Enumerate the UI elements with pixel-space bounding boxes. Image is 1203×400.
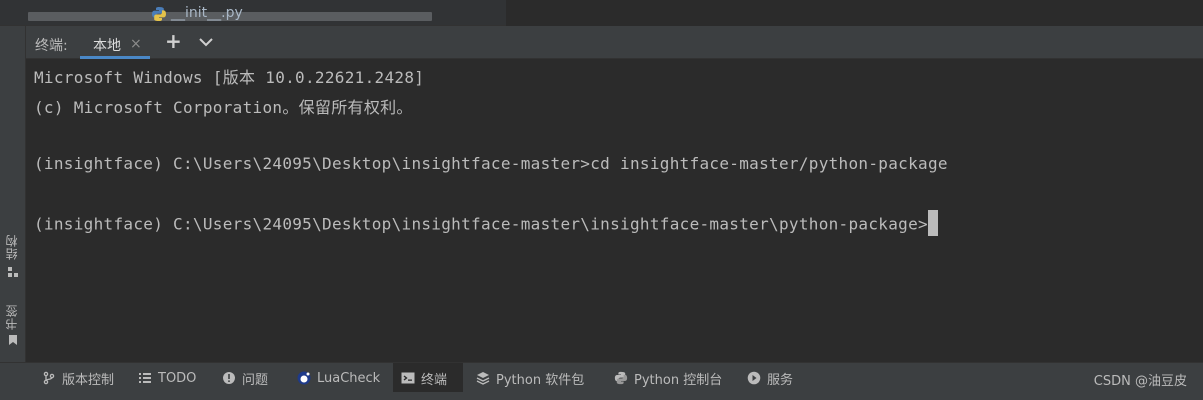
- tool-python-console[interactable]: Python 控制台: [606, 363, 730, 393]
- editor-file-name: __init__.py: [171, 5, 243, 21]
- terminal-output[interactable]: Microsoft Windows [版本 10.0.22621.2428] (…: [26, 59, 1203, 362]
- tool-label: LuaCheck: [317, 370, 381, 386]
- branch-icon: [43, 371, 55, 385]
- bottom-tool-bar: 版本控制 TODO 问题 LuaCheck 终端 Python 软件包 Pyth…: [0, 362, 1203, 393]
- tool-services[interactable]: 服务: [739, 363, 801, 393]
- terminal-prompt-line: (insightface) C:\Users\24095\Desktop\ins…: [34, 210, 938, 236]
- python-file-icon: [152, 7, 166, 21]
- status-bar: [0, 392, 1203, 400]
- tool-todo[interactable]: TODO: [130, 363, 204, 393]
- terminal-line: Microsoft Windows [版本 10.0.22621.2428]: [34, 68, 425, 87]
- python-icon: [614, 371, 628, 385]
- info-icon: [223, 372, 235, 384]
- bookmarks-tab-label[interactable]: 书签: [3, 304, 20, 330]
- terminal-title: 终端:: [35, 38, 68, 54]
- terminal-icon: [401, 372, 415, 384]
- bookmark-icon[interactable]: [7, 334, 19, 346]
- tool-label: 服务: [767, 372, 794, 388]
- editor-tab-strip: __init__.py: [0, 0, 1203, 26]
- tool-label: 问题: [242, 372, 269, 388]
- editor-tab[interactable]: __init__.py: [0, 0, 506, 26]
- terminal-line: (insightface) C:\Users\24095\Desktop\ins…: [34, 154, 948, 173]
- tool-label: 终端: [421, 372, 448, 388]
- tool-label: Python 软件包: [496, 372, 585, 388]
- tool-terminal[interactable]: 终端: [393, 363, 463, 393]
- tool-label: TODO: [158, 370, 197, 386]
- tool-python-packages[interactable]: Python 软件包: [468, 363, 592, 393]
- watermark: CSDN @油豆皮: [1093, 374, 1187, 389]
- tool-label: Python 控制台: [634, 372, 723, 388]
- tool-version-control[interactable]: 版本控制: [34, 363, 122, 393]
- tool-problems[interactable]: 问题: [214, 363, 276, 393]
- play-icon: [747, 371, 761, 385]
- terminal-tab-label: 本地: [93, 38, 121, 54]
- lua-icon: [297, 371, 311, 385]
- editor-tab-filler: [506, 0, 1203, 26]
- structure-icon[interactable]: [7, 266, 19, 278]
- tool-luacheck[interactable]: LuaCheck: [289, 363, 388, 393]
- chevron-down-icon[interactable]: [198, 34, 214, 50]
- tool-label: 版本控制: [62, 372, 115, 388]
- new-terminal-button[interactable]: +: [165, 29, 182, 53]
- layers-icon: [476, 372, 490, 385]
- list-icon: [139, 373, 151, 383]
- terminal-cursor: [927, 210, 938, 236]
- structure-tab-label[interactable]: 结构: [3, 234, 20, 260]
- terminal-tab-local[interactable]: 本地 ×: [80, 28, 150, 59]
- terminal-header: 终端: 本地 × +: [26, 26, 1203, 59]
- terminal-prompt: (insightface) C:\Users\24095\Desktop\ins…: [34, 214, 928, 234]
- terminal-line: (c) Microsoft Corporation。保留所有权利。: [34, 98, 413, 117]
- left-tool-bar: 结构 书签: [0, 26, 26, 362]
- close-icon[interactable]: ×: [130, 36, 142, 52]
